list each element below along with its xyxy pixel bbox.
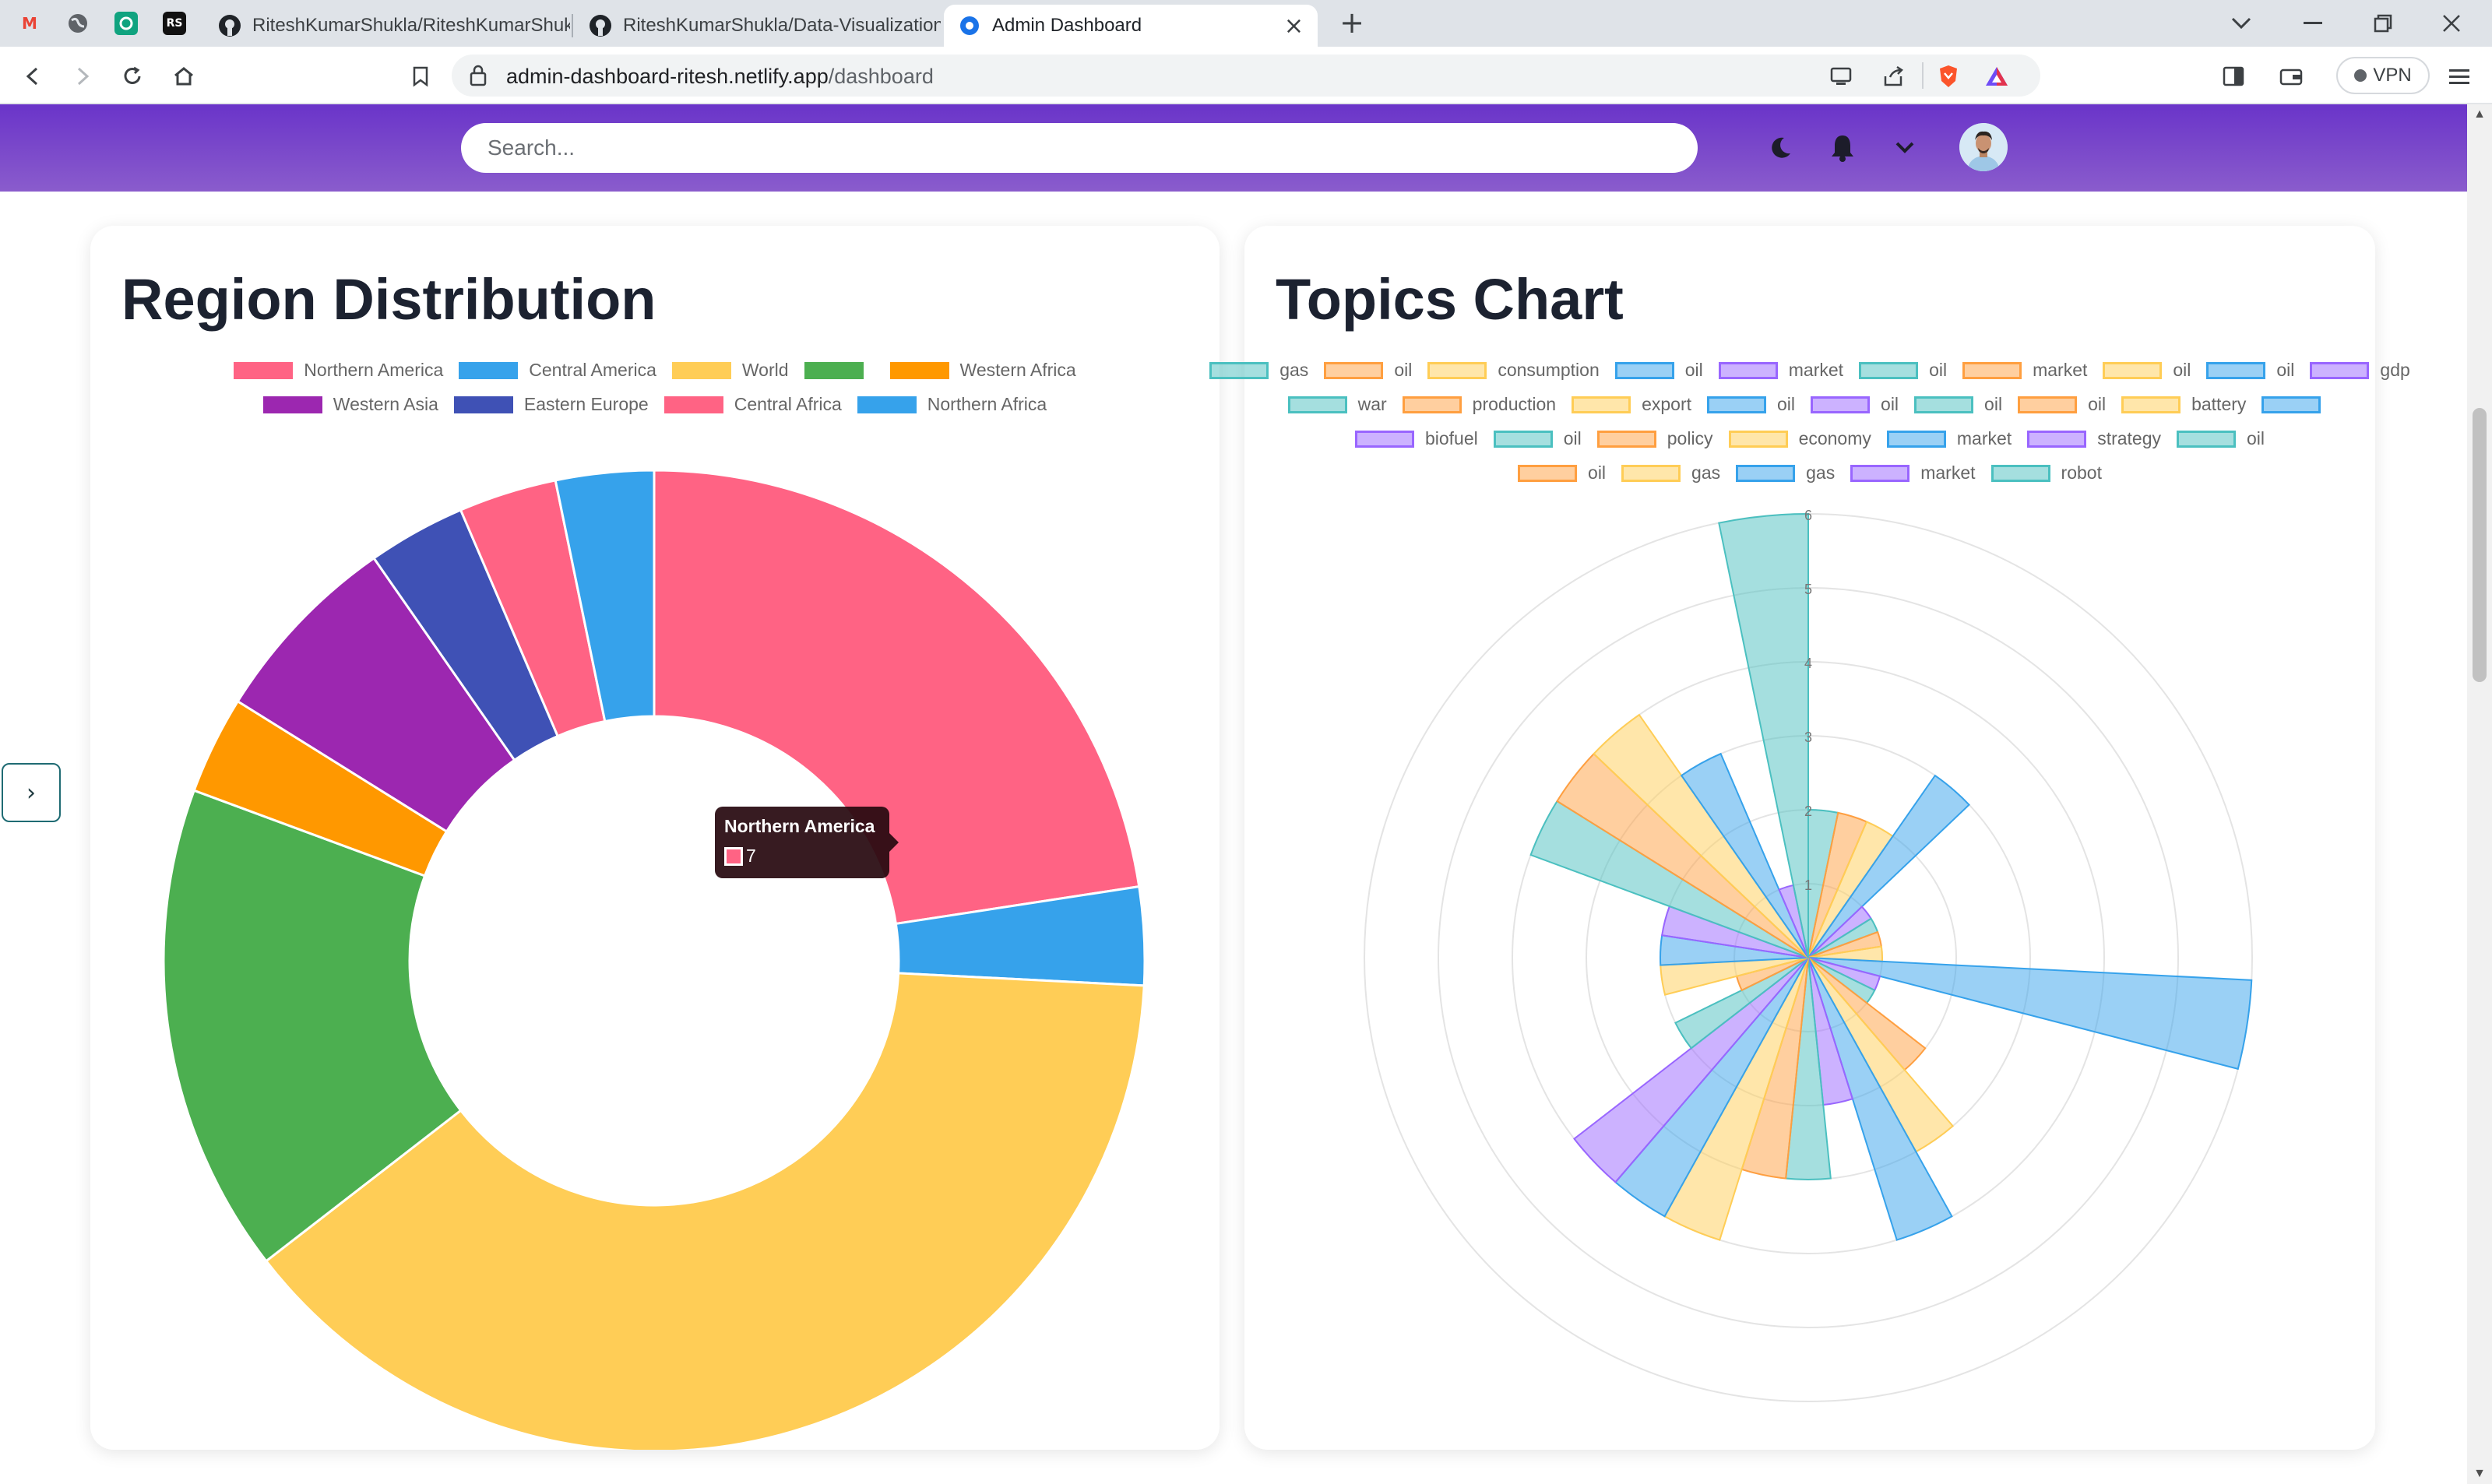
gmail-pinned-tab[interactable]: M <box>12 8 47 39</box>
vpn-label: VPN <box>2373 65 2412 86</box>
dark-mode-moon-icon[interactable] <box>1762 129 1799 167</box>
back-button[interactable] <box>16 59 50 93</box>
tab-label: Admin Dashboard <box>992 15 1142 36</box>
browser-tab-strip: M RS RiteshKumarShukla/RiteshKumarShukla… <box>0 0 2492 47</box>
dashboard-gear-icon <box>958 14 981 37</box>
notification-bell-icon[interactable] <box>1824 129 1861 167</box>
polar-tick-label: 2 <box>1804 804 1812 819</box>
scroll-down-arrow-icon[interactable]: ▼ <box>2473 1467 2486 1481</box>
chevron-down-icon[interactable] <box>1886 129 1924 167</box>
tooltip-value: 7 <box>746 846 756 866</box>
close-window-button[interactable] <box>2428 6 2475 40</box>
share-icon[interactable] <box>1881 64 1906 89</box>
brave-rewards-icon[interactable] <box>1984 64 2009 89</box>
polar-tick-label: 6 <box>1804 508 1812 523</box>
page-scrollbar[interactable]: ▲ ▼ <box>2467 104 2492 1484</box>
region-distribution-card: Region Distribution Northern America Cent… <box>90 226 1220 1450</box>
menu-icon[interactable] <box>2442 59 2476 93</box>
globe-pinned-tab[interactable] <box>61 8 95 39</box>
tooltip-color-swatch <box>724 847 743 866</box>
tab-label: RiteshKumarShukla/Data-Visualization <box>623 15 941 36</box>
tab-search-chevron-icon[interactable] <box>2218 6 2265 40</box>
url-domain: admin-dashboard-ritesh.netlify.app <box>506 65 829 88</box>
new-tab-button[interactable]: + <box>1335 6 1369 40</box>
close-tab-icon[interactable]: × <box>1284 12 1304 40</box>
sidebar-toggle-icon[interactable] <box>2216 59 2251 93</box>
cast-icon[interactable] <box>1829 64 1853 89</box>
tab-label: RiteshKumarShukla/RiteshKumarShukla <box>252 15 570 36</box>
tab-separator <box>572 14 573 37</box>
address-bar[interactable]: admin-dashboard-ritesh.netlify.app/dashb… <box>452 55 2040 97</box>
scrollbar-thumb[interactable] <box>2473 408 2487 682</box>
sidebar-open-button[interactable]: › <box>2 763 61 822</box>
forward-button[interactable] <box>65 59 100 93</box>
vpn-status-dot <box>2354 69 2367 82</box>
topics-chart-card: Topics Chart gas oil consumption oil market o… <box>1209 226 2410 1450</box>
scroll-up-arrow-icon[interactable]: ▲ <box>2473 107 2486 121</box>
region-doughnut-chart[interactable] <box>90 226 1220 1450</box>
toolbar-separator <box>1922 62 1924 89</box>
brave-shield-icon[interactable] <box>1936 64 1961 89</box>
rs-logo-icon: RS <box>163 12 186 35</box>
chatgpt-pinned-tab[interactable] <box>109 8 143 39</box>
url-text: admin-dashboard-ritesh.netlify.app/dashb… <box>506 65 934 89</box>
bookmark-icon[interactable] <box>403 59 438 93</box>
wallet-icon[interactable] <box>2274 59 2308 93</box>
topics-legend-label: gdp <box>2380 360 2410 380</box>
app-header <box>0 104 2467 192</box>
vpn-button[interactable]: VPN <box>2336 57 2430 94</box>
polar-tick-label: 1 <box>1804 877 1812 893</box>
reload-button[interactable] <box>115 59 150 93</box>
chart-tooltip: Northern America 7 <box>715 807 899 878</box>
tab-admin-dashboard[interactable]: Admin Dashboard × <box>944 5 1318 47</box>
dashboard-content: Region Distribution Northern America Cent… <box>0 192 2467 1484</box>
rs-pinned-tab[interactable]: RS <box>157 8 192 39</box>
github-icon <box>589 14 612 37</box>
polar-tick-label: 4 <box>1804 656 1812 671</box>
browser-toolbar: admin-dashboard-ritesh.netlify.app/dashb… <box>0 47 2492 104</box>
polar-tick-label: 5 <box>1804 582 1812 597</box>
url-path: /dashboard <box>828 65 934 88</box>
lock-icon <box>469 64 487 91</box>
gmail-icon: M <box>22 14 37 33</box>
avatar[interactable] <box>1959 123 2008 171</box>
polar-tick-label: 3 <box>1804 730 1812 745</box>
tab-github-profile[interactable]: RiteshKumarShukla/RiteshKumarShukla <box>204 5 570 47</box>
home-button[interactable] <box>167 59 201 93</box>
globe-icon <box>66 12 90 35</box>
chatgpt-icon <box>114 12 138 35</box>
tab-github-data-visualization[interactable]: RiteshKumarShukla/Data-Visualization <box>575 5 941 47</box>
github-icon <box>218 14 241 37</box>
topics-polar-area-chart[interactable]: 1 2 3 4 5 6 <box>1244 226 2375 1450</box>
minimize-window-button[interactable] <box>2290 6 2336 40</box>
restore-window-button[interactable] <box>2360 6 2406 40</box>
chevron-right-icon: › <box>26 779 36 807</box>
search-input[interactable] <box>461 123 1698 173</box>
tooltip-label: Northern America <box>724 816 875 836</box>
